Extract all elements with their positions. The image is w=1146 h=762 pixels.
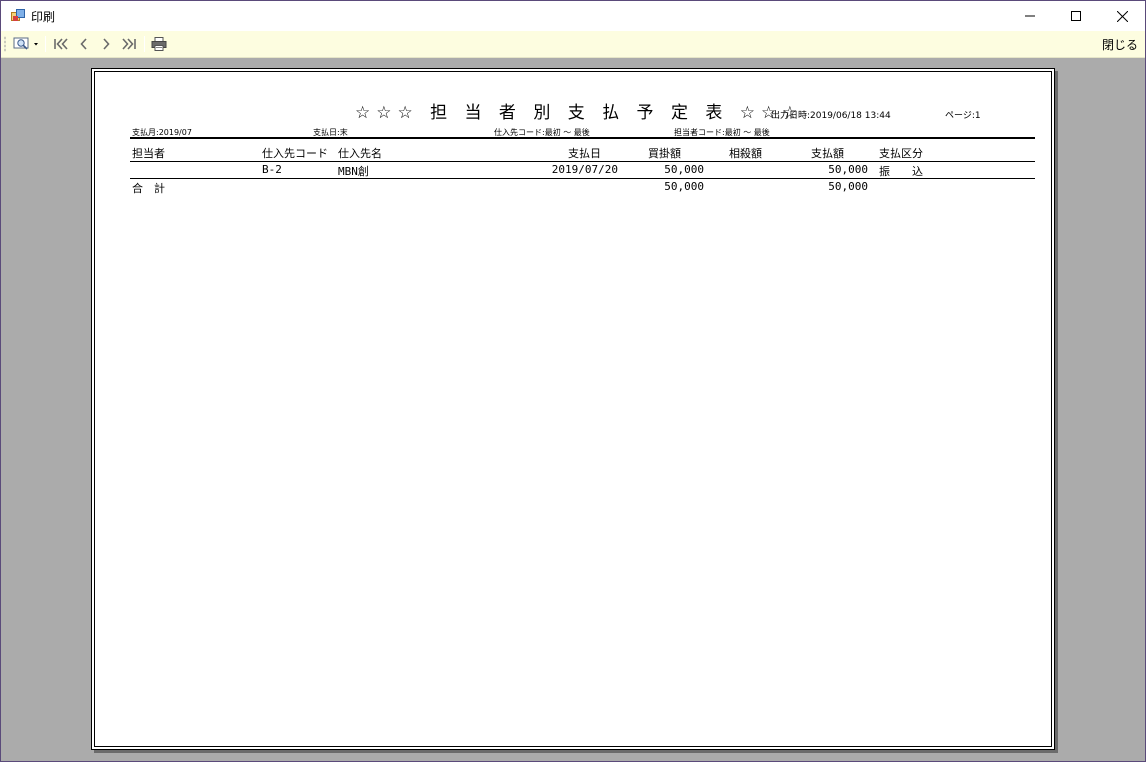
column-rule xyxy=(130,161,1035,162)
output-datetime: 出力日時:2019/06/18 13:44 xyxy=(771,111,891,121)
row-pay-type: 振 込 xyxy=(879,165,923,178)
report-title: ☆☆☆ 担 当 者 別 支 払 予 定 表 ☆☆☆ xyxy=(355,103,804,123)
minimize-icon xyxy=(1025,15,1035,17)
close-icon xyxy=(1116,10,1128,22)
row-supplier-code: B-2 xyxy=(262,163,282,176)
column-header-supplier-name: 仕入先名 xyxy=(338,147,382,160)
total-payment: 50,000 xyxy=(828,180,868,193)
column-header-staff: 担当者 xyxy=(132,147,165,160)
close-window-button[interactable] xyxy=(1099,1,1145,31)
column-header-offset: 相殺額 xyxy=(729,147,762,160)
maximize-icon xyxy=(1071,11,1081,21)
preview-toolbar: 閉じる xyxy=(1,31,1145,58)
last-page-icon xyxy=(122,38,136,50)
window-title: 印刷 xyxy=(31,10,56,24)
row-pay-date: 2019/07/20 xyxy=(551,163,618,176)
toolbar-separator xyxy=(144,36,145,52)
row-supplier-name: MBN創 xyxy=(338,165,369,178)
first-page-button[interactable] xyxy=(51,35,71,53)
print-button[interactable] xyxy=(149,35,169,53)
next-page-icon xyxy=(103,38,110,50)
report-page: ☆☆☆ 担 当 者 別 支 払 予 定 表 ☆☆☆ 出力日時:2019/06/1… xyxy=(91,68,1055,750)
preview-area[interactable]: ☆☆☆ 担 当 者 別 支 払 予 定 表 ☆☆☆ 出力日時:2019/06/1… xyxy=(1,59,1145,761)
last-page-button[interactable] xyxy=(119,35,139,53)
close-button[interactable]: 閉じる xyxy=(1102,36,1138,53)
column-header-pay-date: 支払日 xyxy=(568,147,601,160)
column-header-payment: 支払額 xyxy=(811,147,844,160)
column-header-payable: 買掛額 xyxy=(648,147,681,160)
header-rule xyxy=(130,137,1035,139)
toolbar-separator xyxy=(45,36,46,52)
maximize-button[interactable] xyxy=(1053,1,1099,31)
row-payable: 50,000 xyxy=(664,163,704,176)
page-number: ページ:1 xyxy=(945,111,981,121)
total-payable: 50,000 xyxy=(664,180,704,193)
column-header-pay-type: 支払区分 xyxy=(879,147,923,160)
previous-page-icon xyxy=(80,38,87,50)
column-header-supplier-code: 仕入先コード xyxy=(262,147,328,160)
print-preview-app-icon xyxy=(11,9,25,23)
first-page-icon xyxy=(54,38,68,50)
print-preview-window: 印刷 閉じる ☆☆☆ 担 当 者 別 支 払 予 定 表 ☆☆☆ 出力日時:20… xyxy=(0,0,1146,762)
toolbar-grip[interactable] xyxy=(4,36,6,52)
magnifier-icon xyxy=(13,37,38,50)
row-payment: 50,000 xyxy=(828,163,868,176)
zoom-dropdown-button[interactable] xyxy=(13,35,41,53)
previous-page-button[interactable] xyxy=(75,35,93,53)
total-label: 合 計 xyxy=(132,182,165,195)
minimize-button[interactable] xyxy=(1007,1,1053,31)
next-page-button[interactable] xyxy=(97,35,115,53)
printer-icon xyxy=(151,37,167,51)
total-rule xyxy=(130,178,1035,179)
title-bar: 印刷 xyxy=(1,1,1145,31)
